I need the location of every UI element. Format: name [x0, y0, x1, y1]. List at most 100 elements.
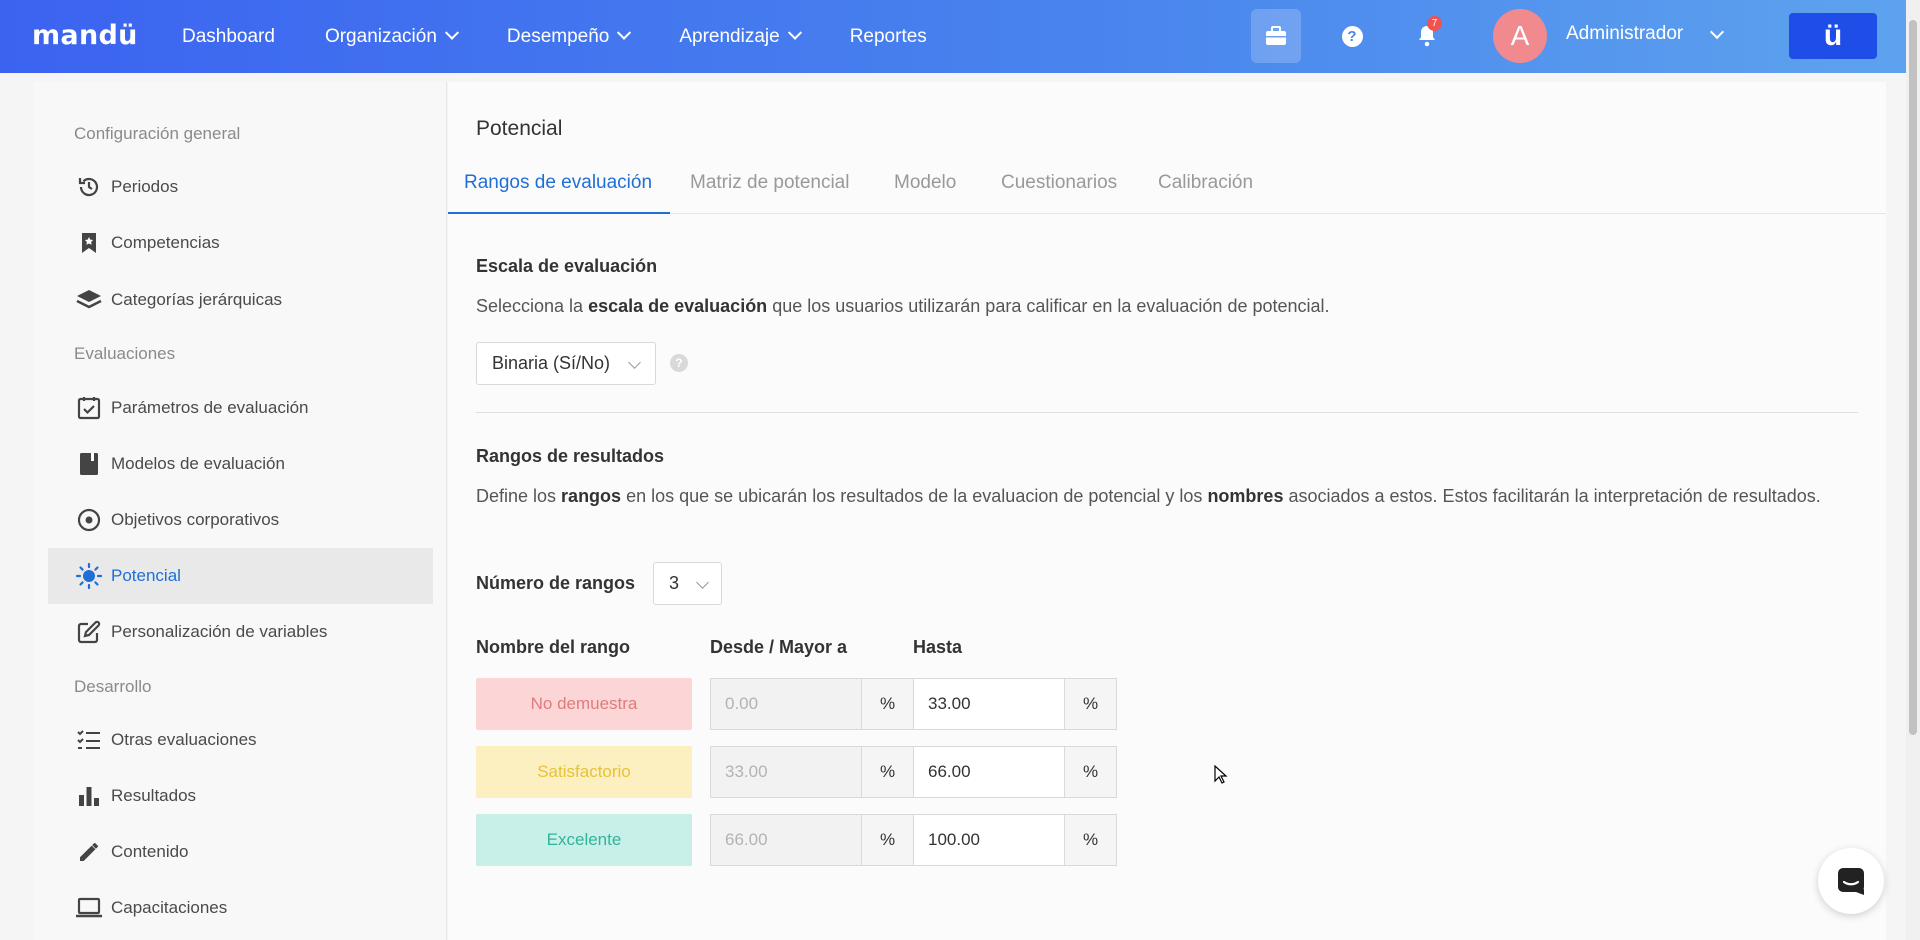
- desc-bold: nombres: [1207, 486, 1284, 506]
- chevron-down-icon: [628, 356, 641, 369]
- chat-icon: [1838, 868, 1864, 895]
- brand-button[interactable]: ü: [1789, 13, 1877, 59]
- sidebar-item-label: Modelos de evaluación: [111, 454, 285, 473]
- help-icon[interactable]: ?: [670, 354, 688, 372]
- sidebar-item-label: Competencias: [111, 233, 220, 252]
- nav-desempeno[interactable]: Desempeño: [507, 25, 632, 48]
- nav-organizacion-label: Organización: [324, 25, 437, 47]
- mandu-logo[interactable]: mandü: [32, 20, 138, 51]
- sidebar-item-parametros[interactable]: Parámetros de evaluación: [48, 380, 433, 436]
- page-title: Potencial: [476, 117, 563, 140]
- layers-icon: [67, 289, 111, 311]
- desc-text: que los usuarios utilizarán para calific…: [767, 296, 1330, 316]
- sidebar-item-label: Personalización de variables: [111, 622, 328, 641]
- scale-select[interactable]: Binaria (Sí/No): [476, 342, 656, 385]
- main-content: Potencial Rangos de evaluación Matriz de…: [448, 82, 1886, 940]
- percent-addon: %: [1065, 678, 1117, 730]
- nav-reportes-label: Reportes: [849, 25, 927, 47]
- desc-text: Define los: [476, 486, 562, 506]
- range-to-field[interactable]: 33.00: [913, 678, 1065, 730]
- briefcase-icon: [1266, 26, 1286, 45]
- sidebar-item-label: Resultados: [111, 786, 197, 805]
- percent-addon: %: [862, 746, 914, 798]
- user-name[interactable]: Administrador: [1566, 23, 1683, 45]
- sidebar-item-label: Otras evaluaciones: [111, 730, 257, 749]
- sidebar-item-objetivos[interactable]: Objetivos corporativos: [48, 492, 433, 548]
- ranges-description: Define los rangos en los que se ubicarán…: [476, 482, 1866, 511]
- percent-addon: %: [1065, 746, 1117, 798]
- sidebar-item-periodos[interactable]: Periodos: [48, 159, 433, 215]
- list-check-icon: [67, 729, 111, 751]
- sidebar-item-modelos[interactable]: Modelos de evaluación: [48, 436, 433, 492]
- chat-launcher-button[interactable]: [1818, 848, 1884, 914]
- chevron-down-icon: [696, 576, 709, 589]
- nav-reportes[interactable]: Reportes: [850, 26, 927, 48]
- bookmark-icon: [67, 232, 111, 254]
- range-from-field: 66.00: [710, 814, 862, 866]
- ranges-heading: Rangos de resultados: [476, 446, 665, 466]
- laptop-icon: [67, 897, 111, 919]
- page-scrollbar[interactable]: [1906, 0, 1920, 940]
- desc-text: asociados a estos. Estos facilitarán la …: [1283, 486, 1821, 506]
- briefcase-button[interactable]: [1251, 9, 1301, 63]
- nav-dashboard-label: Dashboard: [182, 25, 275, 47]
- sidebar-item-label: Periodos: [111, 177, 179, 196]
- range-name-input[interactable]: Satisfactorio: [476, 746, 692, 798]
- section-configuracion-general: Configuración general: [74, 124, 241, 143]
- nav-dashboard[interactable]: Dashboard: [182, 26, 275, 48]
- sidebar-item-competencias[interactable]: Competencias: [48, 215, 433, 271]
- desc-text: Selecciona la: [476, 296, 589, 316]
- scale-selected-value: Binaria (Sí/No): [492, 353, 611, 373]
- section-desarrollo: Desarrollo: [74, 677, 152, 696]
- range-from-field: 0.00: [710, 678, 862, 730]
- ranges-count-select[interactable]: 3: [653, 562, 722, 605]
- percent-addon: %: [862, 678, 914, 730]
- sidebar-item-personalizacion[interactable]: Personalización de variables: [48, 604, 433, 660]
- range-name-input[interactable]: No demuestra: [476, 678, 692, 730]
- help-button[interactable]: ?: [1327, 9, 1377, 63]
- percent-addon: %: [1065, 814, 1117, 866]
- col-header-to: Hasta: [913, 637, 963, 657]
- scrollbar-thumb[interactable]: [1909, 20, 1917, 735]
- target-icon: [67, 508, 111, 532]
- book-icon: [67, 452, 111, 476]
- tab-cuestionarios[interactable]: Cuestionarios: [1001, 172, 1117, 194]
- sidebar-item-label: Parámetros de evaluación: [111, 398, 309, 417]
- range-to-field[interactable]: 100.00: [913, 814, 1065, 866]
- history-icon: [67, 175, 111, 199]
- sidebar-item-resultados[interactable]: Resultados: [48, 768, 433, 824]
- active-tab-indicator: [448, 212, 670, 214]
- sidebar-item-potencial[interactable]: Potencial: [48, 548, 433, 604]
- sidebar: Configuración general Periodos Competenc…: [34, 82, 447, 940]
- chevron-down-icon: [617, 25, 632, 40]
- scale-heading: Escala de evaluación: [476, 256, 658, 276]
- sidebar-item-otras-evaluaciones[interactable]: Otras evaluaciones: [48, 712, 433, 768]
- range-to-field[interactable]: 66.00: [913, 746, 1065, 798]
- bar-chart-icon: [67, 785, 111, 807]
- sidebar-item-categorias[interactable]: Categorías jerárquicas: [48, 272, 433, 328]
- tab-calibracion[interactable]: Calibración: [1158, 172, 1253, 194]
- sidebar-item-capacitaciones[interactable]: Capacitaciones: [48, 880, 433, 936]
- avatar[interactable]: A: [1493, 9, 1547, 63]
- sidebar-item-label: Objetivos corporativos: [111, 510, 280, 529]
- section-evaluaciones: Evaluaciones: [74, 344, 176, 363]
- tab-rangos-de-evaluacion[interactable]: Rangos de evaluación: [464, 172, 652, 194]
- nav-organizacion[interactable]: Organización: [324, 25, 459, 48]
- calendar-check-icon: [67, 396, 111, 420]
- col-header-name: Nombre del rango: [476, 637, 631, 657]
- sidebar-item-label: Potencial: [111, 566, 181, 585]
- notification-badge: 7: [1427, 16, 1442, 31]
- section-divider: [476, 412, 1858, 413]
- tab-modelo[interactable]: Modelo: [894, 172, 956, 194]
- nav-aprendizaje[interactable]: Aprendizaje: [679, 25, 802, 48]
- sun-icon: [67, 562, 111, 590]
- tab-matriz-de-potencial[interactable]: Matriz de potencial: [690, 172, 849, 194]
- desc-bold: rangos: [561, 486, 622, 506]
- chevron-down-icon[interactable]: [1709, 24, 1725, 40]
- chevron-down-icon: [444, 25, 459, 40]
- notifications-button[interactable]: 7: [1402, 9, 1452, 63]
- sidebar-item-contenido[interactable]: Contenido: [48, 824, 433, 880]
- range-name-input[interactable]: Excelente: [476, 814, 692, 866]
- mouse-cursor: [1214, 764, 1228, 790]
- nav-aprendizaje-label: Aprendizaje: [679, 25, 780, 47]
